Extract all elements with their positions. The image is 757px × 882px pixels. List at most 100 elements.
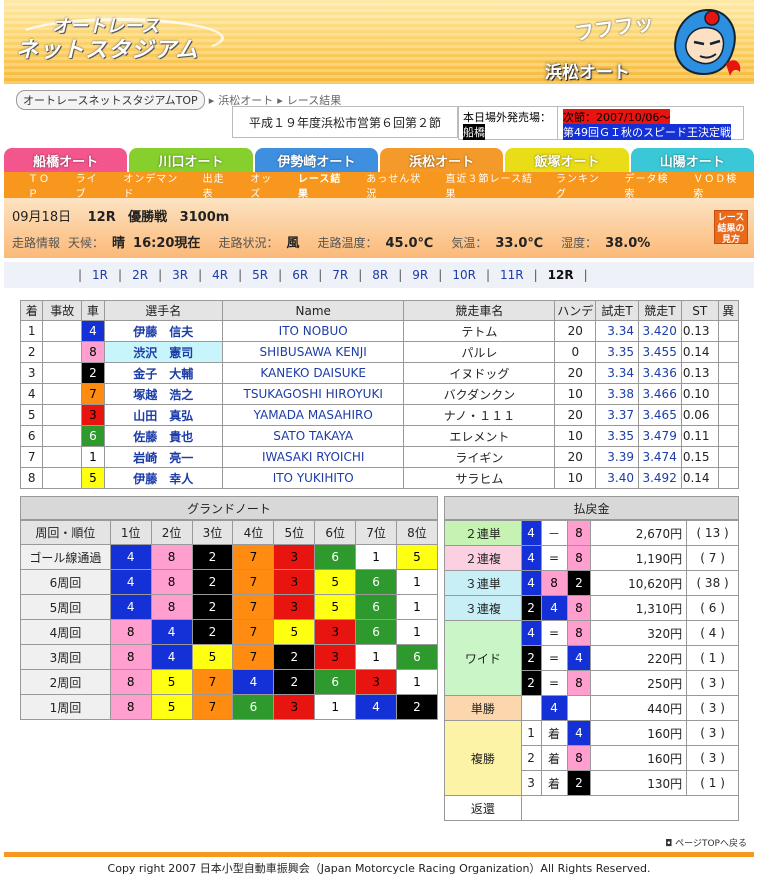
subnav-item[interactable]: オッズ <box>242 170 290 200</box>
subnav-item[interactable]: データ検索 <box>616 170 685 200</box>
car-number-badge: 4 <box>520 570 542 596</box>
result-guide-button[interactable]: レース結果の見方 <box>714 210 748 245</box>
position-car-cell: 3 <box>273 569 316 595</box>
subnav-item[interactable]: あっせん状況 <box>358 170 437 200</box>
race-nav-separator: | <box>533 268 538 282</box>
site-logo[interactable]: オートレース ネットスタジアム <box>14 6 224 62</box>
payout-amount: 2,670円 <box>590 520 688 546</box>
popularity: ( 3 ) <box>686 670 739 696</box>
position-car-cell: 1 <box>396 619 438 645</box>
rider-name-en: YAMADA MASAHIRO <box>221 404 405 426</box>
race-link[interactable]: 9R <box>412 268 428 282</box>
breadcrumb-arrow-icon: ▸ <box>277 93 283 107</box>
chaku-label: 着 <box>540 745 568 771</box>
subnav-item[interactable]: 直近３節レース結果 <box>438 170 548 200</box>
subnav-item[interactable]: 出走表 <box>195 170 243 200</box>
car-number-badge: 8 <box>566 620 592 646</box>
rider-name-link[interactable]: 伊藤 信夫 <box>103 320 223 342</box>
venue-title: 浜松オート <box>545 63 630 82</box>
start-timing: 0.13 <box>680 362 719 384</box>
payout-amount: 220円 <box>590 645 688 671</box>
next-meet-event[interactable]: 第49回ＧＩ秋のスピード王決定戦 <box>563 124 731 140</box>
payout-amount: 1,310円 <box>590 595 688 621</box>
race-event-title: 平成１９年度浜松市営第６回第２節 <box>232 106 458 138</box>
payout-amount: 320円 <box>590 620 688 646</box>
race-link[interactable]: 5R <box>252 268 268 282</box>
accident-cell <box>42 446 83 468</box>
race-link[interactable]: 6R <box>292 268 308 282</box>
race-link[interactable]: 2R <box>132 268 148 282</box>
car-number-badge: 2 <box>520 595 542 621</box>
subnav-item[interactable]: レース結果 <box>290 170 358 200</box>
subnav-item[interactable]: ＶＯＤ検索 <box>685 170 754 200</box>
humidity-label: 湿度： <box>561 236 598 250</box>
position-car-cell: 1 <box>396 569 438 595</box>
position-car-cell: 8 <box>150 544 193 570</box>
site-header: オートレース ネットスタジアム フフフッ 浜松オート <box>4 0 754 84</box>
results-header-cell: 異 <box>717 300 740 321</box>
position-car-cell: 7 <box>232 619 275 645</box>
subnav-item[interactable]: ランキング <box>548 170 616 200</box>
separator: = <box>540 545 568 571</box>
page-top-link[interactable]: ◘ ページTOPへ戻る <box>665 836 747 849</box>
rider-name-link[interactable]: 伊藤 幸人 <box>103 467 223 489</box>
bet-type-label: 返還 <box>444 795 522 821</box>
rider-name-link[interactable]: 岩崎 亮一 <box>103 446 223 468</box>
subnav-item[interactable]: オンデマンド <box>115 170 194 200</box>
empty-cell <box>520 695 542 721</box>
grand-note-header-cell: 周回・順位 <box>20 520 111 545</box>
finish-position: 3 <box>19 362 44 384</box>
rider-name-link[interactable]: 塚越 浩之 <box>103 383 223 405</box>
trial-time: 3.40 <box>595 467 639 489</box>
race-link[interactable]: 1R <box>92 268 108 282</box>
subnav-item[interactable]: ライブ <box>68 170 116 200</box>
position-car-cell: 4 <box>109 594 152 620</box>
grand-note-header-row: 周回・順位 1位 2位 3位 4位 5位 6位 7位 8位 <box>20 520 438 545</box>
payout-title: 払戻金 <box>444 496 739 520</box>
race-link[interactable]: 11R <box>500 268 524 282</box>
rider-name-en: SHIBUSAWA KENJI <box>221 341 405 363</box>
race-nav-separator: | <box>583 268 588 282</box>
venue-tab[interactable]: 山陽オート <box>630 148 754 172</box>
accident-cell <box>42 467 83 489</box>
venue-tab[interactable]: 川口オート <box>129 148 253 172</box>
rider-name-link[interactable]: 金子 大輔 <box>103 362 223 384</box>
position-car-cell: 3 <box>273 544 316 570</box>
venue-tab[interactable]: 飯塚オート <box>505 148 629 172</box>
table-row: 2 8 渋沢 憲司 SHIBUSAWA KENJI パルレ 0 3.35 3.455 0.14 <box>19 341 740 363</box>
table-row: ゴール線通過 4 8 2 7 3 6 1 5 <box>20 544 438 570</box>
venue-tab[interactable]: 船橋オート <box>4 148 128 172</box>
breadcrumb-home-link[interactable]: オートレースネットスタジアムTOP <box>16 90 205 110</box>
bet-type-label: ２連単 <box>444 520 522 546</box>
rider-name-link[interactable]: 山田 真弘 <box>103 404 223 426</box>
race-link[interactable]: 3R <box>172 268 188 282</box>
table-row: 5 3 山田 真弘 YAMADA MASAHIRO ナノ・１１１ 20 3.37 3.465 0… <box>19 404 740 426</box>
venue-tab[interactable]: 浜松オート <box>379 148 504 172</box>
car-number-badge: 4 <box>566 645 592 671</box>
lap-label: 6周回 <box>20 569 111 595</box>
grand-note-header-cell: 2位 <box>150 520 193 545</box>
position-car-cell: 5 <box>150 694 193 720</box>
handicap: 20 <box>554 446 597 468</box>
air-temp-label: 気温： <box>451 236 488 250</box>
race-link[interactable]: 10R <box>452 268 476 282</box>
rider-name-link[interactable]: 渋沢 憲司 <box>103 341 223 363</box>
position-car-cell: 8 <box>109 694 152 720</box>
subnav-item[interactable]: ＴＯＰ <box>20 170 68 200</box>
abnormal-cell <box>717 341 740 363</box>
race-link[interactable]: 8R <box>372 268 388 282</box>
abnormal-cell <box>717 320 740 342</box>
rider-name-link[interactable]: 佐藤 貴也 <box>103 425 223 447</box>
handicap: 10 <box>554 425 597 447</box>
track-state-label: 走路状況： <box>218 236 279 250</box>
position-car-cell: 4 <box>232 669 275 695</box>
popularity: ( 13 ) <box>686 520 739 546</box>
payout-amount: 160円 <box>590 720 688 746</box>
humidity-value: 38.0% <box>605 236 651 251</box>
race-link[interactable]: 12R <box>548 268 574 282</box>
venue-tab[interactable]: 伊勢崎オート <box>254 148 378 172</box>
results-header-cell: ST <box>680 300 719 321</box>
race-nav-separator: | <box>78 268 83 282</box>
race-link[interactable]: 4R <box>212 268 228 282</box>
race-link[interactable]: 7R <box>332 268 348 282</box>
